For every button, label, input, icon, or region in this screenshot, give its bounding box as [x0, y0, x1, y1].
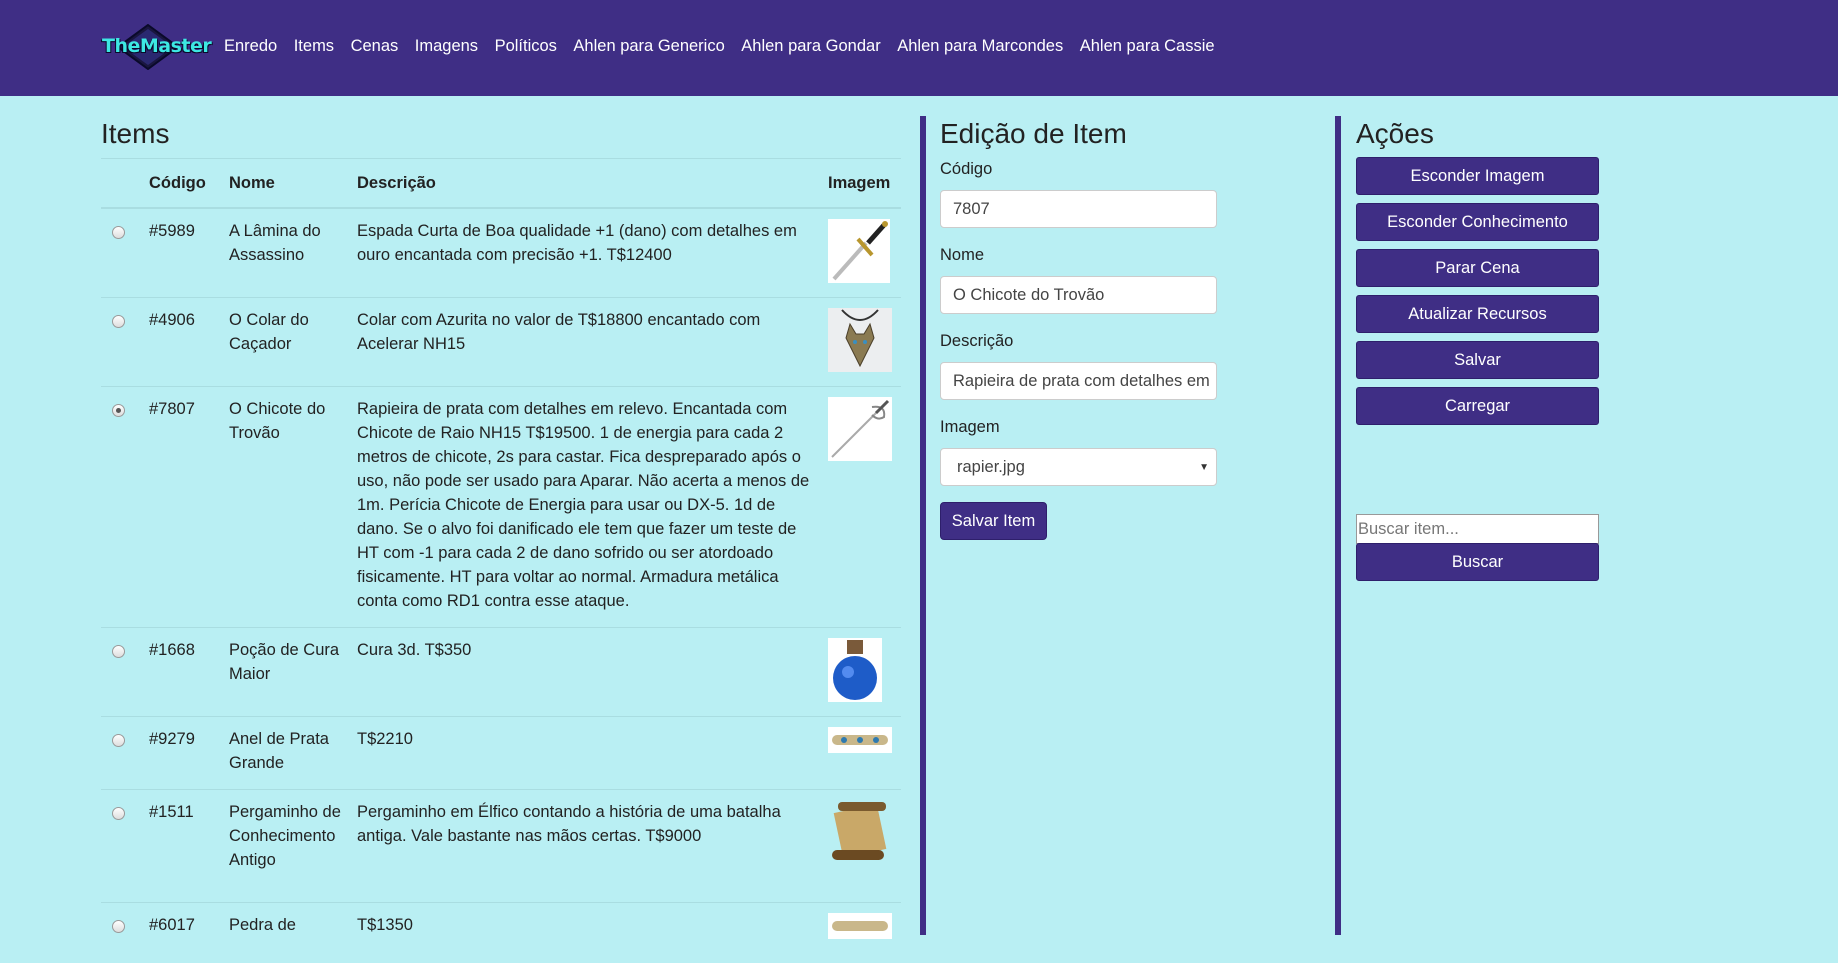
- name-label: Nome: [940, 246, 985, 264]
- item-description: Pergaminho em Élfico contando a história…: [357, 803, 781, 845]
- nav-link-imagens[interactable]: Imagens: [415, 37, 478, 56]
- table-row[interactable]: #1511 Pergaminho de Conhecimento Antigo …: [101, 790, 901, 903]
- stop-scene-button[interactable]: Parar Cena: [1356, 249, 1599, 287]
- item-code: #1511: [149, 803, 194, 821]
- main-nav: Enredo Items Cenas Imagens Políticos Ahl…: [224, 37, 1231, 56]
- nav-link-ahlen-cassie[interactable]: Ahlen para Cassie: [1080, 37, 1215, 56]
- item-name: A Lâmina do Assassino: [229, 222, 321, 264]
- rapier-image: [828, 397, 892, 461]
- image-select[interactable]: rapier.jpg ▼: [940, 448, 1217, 486]
- table-row[interactable]: #9279 Anel de Prata Grande T$2210: [101, 717, 901, 790]
- image-select-value: rapier.jpg: [957, 458, 1025, 476]
- column-header-code: Código: [149, 174, 206, 192]
- update-resources-button[interactable]: Atualizar Recursos: [1356, 295, 1599, 333]
- row-select-radio[interactable]: [112, 807, 125, 820]
- wolf-necklace-image: [828, 308, 892, 372]
- row-select-radio[interactable]: [112, 920, 125, 933]
- nav-link-ahlen-marcondes[interactable]: Ahlen para Marcondes: [897, 37, 1063, 56]
- description-label: Descrição: [940, 332, 1014, 350]
- ring-image: [828, 727, 892, 753]
- item-description: T$1350: [357, 916, 413, 934]
- nav-link-ahlen-gondar[interactable]: Ahlen para Gondar: [741, 37, 880, 56]
- save-button[interactable]: Salvar: [1356, 341, 1599, 379]
- potion-image: [828, 638, 882, 702]
- top-navbar: TheMaster Enredo Items Cenas Imagens Pol…: [0, 0, 1838, 96]
- item-description: Rapieira de prata com detalhes em relevo…: [357, 400, 810, 610]
- description-field[interactable]: Rapieira de prata com detalhes em: [940, 362, 1217, 400]
- nav-link-politicos[interactable]: Políticos: [495, 37, 557, 56]
- code-label: Código: [940, 160, 993, 178]
- row-select-radio[interactable]: [112, 734, 125, 747]
- edit-panel-title: Edição de Item: [940, 118, 1127, 149]
- row-select-radio[interactable]: [112, 315, 125, 328]
- row-select-radio[interactable]: [112, 645, 125, 658]
- brand-logo[interactable]: TheMaster: [99, 24, 212, 70]
- item-name: O Colar do Caçador: [229, 311, 309, 353]
- code-field[interactable]: 7807: [940, 190, 1217, 228]
- image-label: Imagem: [940, 418, 1000, 436]
- column-header-description: Descrição: [357, 174, 436, 192]
- table-row[interactable]: #7807 O Chicote do Trovão Rapieira de pr…: [101, 387, 901, 628]
- actions-panel-title: Ações: [1356, 118, 1434, 149]
- item-code: #4906: [149, 311, 195, 329]
- item-description: Espada Curta de Boa qualidade +1 (dano) …: [357, 222, 797, 264]
- item-code: #9279: [149, 730, 195, 748]
- panel-divider: [1335, 116, 1341, 935]
- logo-text: TheMaster: [102, 35, 212, 57]
- item-description: T$2210: [357, 730, 413, 748]
- table-row[interactable]: #4906 O Colar do Caçador Colar com Azuri…: [101, 298, 901, 387]
- column-header-name: Nome: [229, 174, 275, 192]
- name-field[interactable]: O Chicote do Trovão: [940, 276, 1217, 314]
- table-row[interactable]: #1668 Poção de Cura Maior Cura 3d. T$350: [101, 628, 901, 717]
- item-code: #7807: [149, 400, 195, 418]
- hide-image-button[interactable]: Esconder Imagem: [1356, 157, 1599, 195]
- nav-link-ahlen-generico[interactable]: Ahlen para Generico: [573, 37, 724, 56]
- column-header-image: Imagem: [828, 174, 891, 192]
- panel-divider: [920, 116, 926, 935]
- table-row[interactable]: #6017 Pedra de T$1350: [101, 903, 901, 963]
- nav-link-cenas[interactable]: Cenas: [351, 37, 399, 56]
- chevron-down-icon: ▼: [1199, 462, 1209, 473]
- item-name: Pergaminho de Conhecimento Antigo: [229, 803, 341, 869]
- item-code: #1668: [149, 641, 195, 659]
- scroll-image: [828, 800, 890, 864]
- item-name: Poção de Cura Maior: [229, 641, 340, 683]
- row-select-radio[interactable]: [112, 404, 125, 417]
- nav-link-enredo[interactable]: Enredo: [224, 37, 277, 56]
- item-code: #6017: [149, 916, 195, 934]
- load-button[interactable]: Carregar: [1356, 387, 1599, 425]
- stone-image: [828, 913, 892, 939]
- item-name: O Chicote do Trovão: [229, 400, 326, 442]
- item-description: Colar com Azurita no valor de T$18800 en…: [357, 311, 761, 353]
- row-select-radio[interactable]: [112, 226, 125, 239]
- dagger-image: [828, 219, 890, 283]
- table-header: Código Nome Descrição Imagem: [101, 158, 901, 209]
- item-code: #5989: [149, 222, 195, 240]
- nav-link-items[interactable]: Items: [294, 37, 334, 56]
- table-row[interactable]: #5989 A Lâmina do Assassino Espada Curta…: [101, 209, 901, 298]
- items-table: Código Nome Descrição Imagem #5989 A Lâm…: [101, 158, 901, 963]
- item-name: Pedra de: [229, 916, 296, 934]
- item-description: Cura 3d. T$350: [357, 641, 472, 659]
- hide-knowledge-button[interactable]: Esconder Conhecimento: [1356, 203, 1599, 241]
- search-button[interactable]: Buscar: [1356, 543, 1599, 581]
- search-input[interactable]: Buscar item...: [1356, 514, 1599, 544]
- items-panel-title: Items: [101, 118, 170, 149]
- item-name: Anel de Prata Grande: [229, 730, 329, 772]
- save-item-button[interactable]: Salvar Item: [940, 502, 1047, 540]
